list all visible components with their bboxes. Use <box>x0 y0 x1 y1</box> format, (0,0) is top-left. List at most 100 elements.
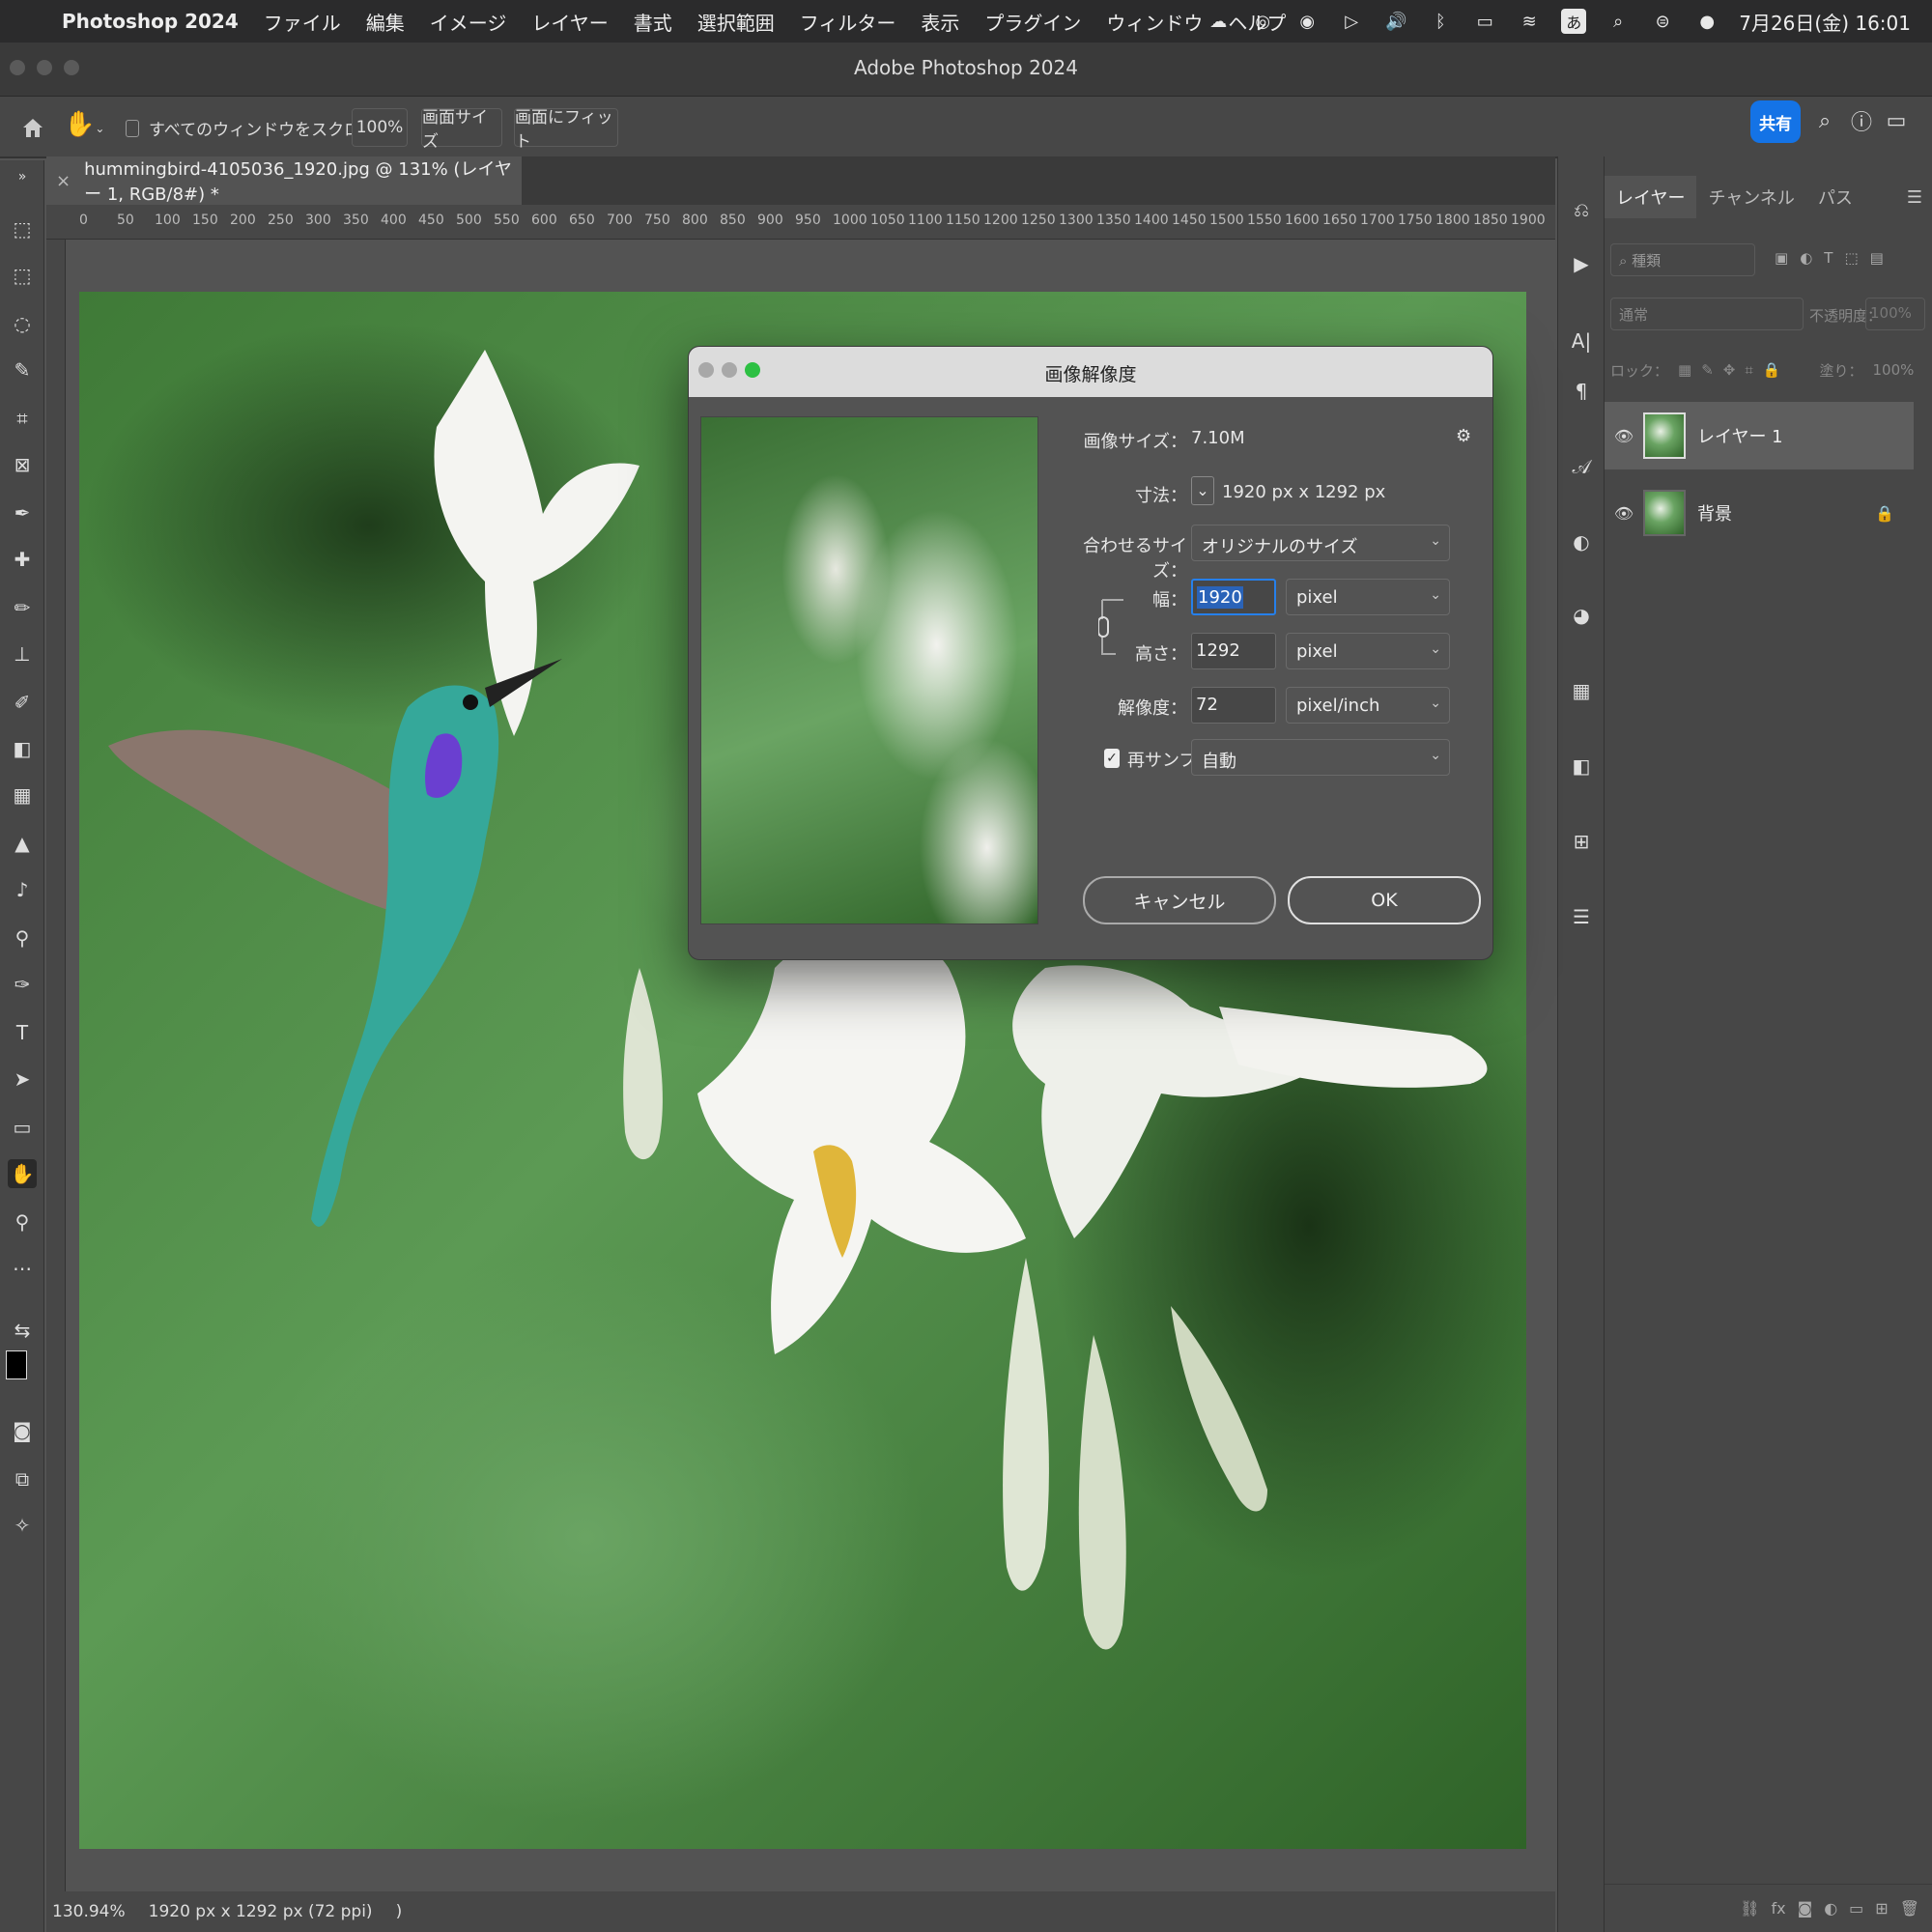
status-doc-info[interactable]: 1920 px x 1292 px (72 ppi) <box>149 1902 373 1921</box>
ime-icon[interactable]: あ <box>1561 9 1587 34</box>
actions-panel-icon[interactable]: ▶ <box>1567 249 1596 278</box>
status-expand-arrow[interactable]: ) <box>396 1902 403 1921</box>
lock-all-icon[interactable]: 🔒 <box>1763 361 1781 379</box>
rectangle-tool-icon[interactable]: ▭ <box>8 1113 37 1142</box>
generative-ai-icon[interactable]: ✧ <box>8 1511 37 1540</box>
menu-edit[interactable]: 編集 <box>366 8 405 36</box>
link-layers-icon[interactable]: ⛓ <box>1740 1899 1759 1918</box>
cloud-icon[interactable]: ☁ <box>1206 9 1231 34</box>
properties-panel-icon[interactable]: ☰ <box>1567 902 1596 931</box>
filter-shape-icon[interactable]: ⬚ <box>1844 249 1858 267</box>
swap-colors-icon[interactable]: ⇆ <box>8 1316 37 1345</box>
zoom-100-button[interactable]: 100% <box>352 108 408 147</box>
lock-pixels-icon[interactable]: ✎ <box>1701 361 1714 379</box>
blend-mode-select[interactable]: 通常 <box>1610 298 1804 330</box>
hand-tool-icon[interactable]: ✋ <box>8 1159 37 1188</box>
share-button[interactable]: 共有 <box>1750 100 1801 143</box>
layer-kind-filter[interactable]: ⌕ 種類 <box>1610 243 1755 276</box>
ok-button[interactable]: OK <box>1288 876 1481 924</box>
move-tool-icon[interactable]: ⬚ <box>8 214 37 243</box>
home-icon[interactable] <box>17 112 48 143</box>
gear-icon[interactable]: ⚙ <box>1456 426 1471 446</box>
panel-menu-icon[interactable]: ☰ <box>1907 187 1922 208</box>
width-input[interactable]: 1920 <box>1191 579 1276 615</box>
patterns-panel-icon[interactable]: ⊞ <box>1567 827 1596 856</box>
filter-type-icon[interactable]: T <box>1824 249 1833 267</box>
add-mask-icon[interactable]: ◙ <box>1798 1899 1813 1918</box>
volume-icon[interactable]: 🔊 <box>1383 9 1408 34</box>
bluetooth-icon[interactable]: ᛒ <box>1428 9 1453 34</box>
new-adjustment-layer-icon[interactable]: ◐ <box>1824 1899 1837 1918</box>
foreground-color-swatch[interactable] <box>6 1350 27 1379</box>
dodge-tool-icon[interactable]: ♪ <box>8 875 37 904</box>
lock-position-icon[interactable]: ✥ <box>1723 361 1736 379</box>
eyedropper-tool-icon[interactable]: ✒ <box>8 498 37 527</box>
help-icon[interactable]: ⓘ <box>1847 106 1876 135</box>
menu-app-name[interactable]: Photoshop 2024 <box>62 10 239 33</box>
menu-view[interactable]: 表示 <box>921 8 959 36</box>
screen-size-button[interactable]: 画面サイズ <box>421 108 502 152</box>
new-layer-icon[interactable]: ⊞ <box>1875 1899 1888 1918</box>
crop-tool-icon[interactable]: ⌗ <box>8 404 37 433</box>
more-tools-icon[interactable]: ⋯ <box>8 1254 37 1283</box>
cancel-button[interactable]: キャンセル <box>1083 876 1276 924</box>
resolution-input[interactable]: 72 <box>1191 687 1276 724</box>
status-zoom[interactable]: 130.94% <box>52 1902 126 1921</box>
fill-input[interactable]: 100% <box>1873 361 1915 379</box>
adjustments-panel-icon[interactable]: ◐ <box>1567 527 1596 556</box>
paragraph-panel-icon[interactable]: ¶ <box>1567 377 1596 406</box>
quick-mask-icon[interactable]: ◙ <box>8 1416 37 1445</box>
lock-artboard-icon[interactable]: ⌗ <box>1745 361 1752 379</box>
image-preview[interactable] <box>700 416 1038 924</box>
layer-style-icon[interactable]: fx <box>1772 1899 1786 1918</box>
menu-type[interactable]: 書式 <box>634 8 672 36</box>
resample-method-select[interactable]: 自動 ⌄ <box>1191 739 1450 776</box>
wifi-icon[interactable]: ≋ <box>1517 9 1542 34</box>
gradients-panel-icon[interactable]: ◧ <box>1567 752 1596 781</box>
gradient-tool-icon[interactable]: ▦ <box>8 781 37 810</box>
layer-row-background[interactable]: 👁 背景 🔒 <box>1605 479 1914 547</box>
filter-adjustment-icon[interactable]: ◐ <box>1800 249 1812 267</box>
eraser-tool-icon[interactable]: ◧ <box>8 734 37 763</box>
clone-stamp-tool-icon[interactable]: ⊥ <box>8 639 37 668</box>
marquee-tool-icon[interactable]: ⬚ <box>8 261 37 290</box>
menu-image[interactable]: イメージ <box>430 8 507 36</box>
pen-tool-icon[interactable]: ✑ <box>8 970 37 999</box>
menu-layer[interactable]: レイヤー <box>531 8 608 36</box>
resolution-unit-select[interactable]: pixel/inch ⌄ <box>1286 687 1450 724</box>
zoom-tool-icon[interactable]: ⚲ <box>8 1208 37 1236</box>
document-tab[interactable]: × hummingbird-4105036_1920.jpg @ 131% (レ… <box>46 156 522 205</box>
layer-name[interactable]: レイヤー 1 <box>1697 423 1783 448</box>
burn-tool-icon[interactable]: ⚲ <box>8 923 37 952</box>
menu-select[interactable]: 選択範囲 <box>697 8 775 36</box>
history-brush-tool-icon[interactable]: ✐ <box>8 688 37 717</box>
menu-window[interactable]: ウィンドウ <box>1106 8 1203 36</box>
quick-select-tool-icon[interactable]: ✎ <box>8 355 37 384</box>
search-icon[interactable]: ⌕ <box>1810 106 1839 135</box>
control-center-icon[interactable]: ⊜ <box>1650 9 1675 34</box>
brush-tool-icon[interactable]: ✏ <box>8 593 37 622</box>
visibility-eye-icon[interactable]: 👁 <box>1605 427 1643 445</box>
opacity-input[interactable]: 100% <box>1865 298 1925 330</box>
glyphs-panel-icon[interactable]: 𝒜 <box>1567 452 1596 481</box>
hand-tool-preset-icon[interactable]: ✋⌄ <box>64 110 112 145</box>
close-tab-icon[interactable]: × <box>56 171 71 191</box>
layer-name[interactable]: 背景 <box>1697 500 1732 526</box>
type-tool-icon[interactable]: T <box>8 1018 37 1047</box>
delete-layer-icon[interactable]: 🗑 <box>1900 1899 1919 1918</box>
filter-smart-object-icon[interactable]: ▤ <box>1870 249 1884 267</box>
sync-icon[interactable]: ◉ <box>1294 9 1320 34</box>
menu-plugins[interactable]: プラグイン <box>984 8 1081 36</box>
character-panel-icon[interactable]: A| <box>1567 327 1596 355</box>
height-input[interactable]: 1292 <box>1191 633 1276 669</box>
healing-brush-tool-icon[interactable]: ✚ <box>8 545 37 574</box>
layer-row-layer1[interactable]: 👁 レイヤー 1 <box>1605 402 1914 469</box>
blur-tool-icon[interactable]: ▲ <box>8 829 37 858</box>
menu-file[interactable]: ファイル <box>264 8 341 36</box>
vlc-icon[interactable]: ▷ <box>1339 9 1364 34</box>
siri-icon[interactable]: ● <box>1694 9 1719 34</box>
color-panel-icon[interactable]: ◕ <box>1567 601 1596 630</box>
height-unit-select[interactable]: pixel ⌄ <box>1286 633 1450 669</box>
screen-mode-icon[interactable]: ⧉ <box>8 1464 37 1493</box>
menu-filter[interactable]: フィルター <box>800 8 896 36</box>
